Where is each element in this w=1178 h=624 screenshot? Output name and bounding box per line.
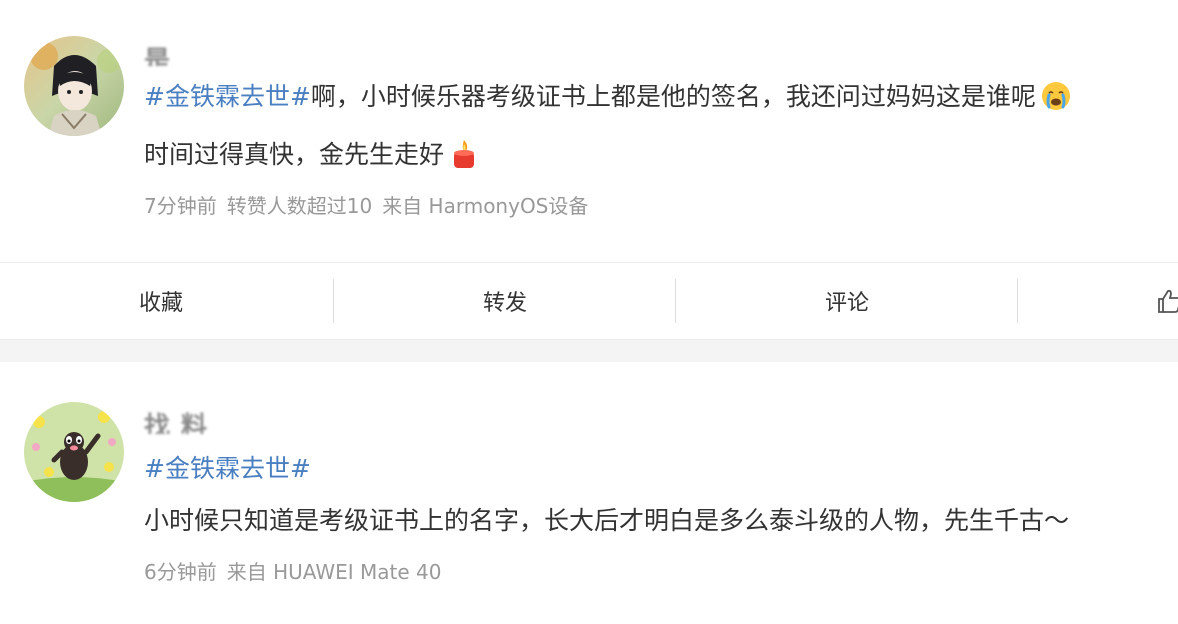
post-text-line-2: 时间过得真快，金先生走好	[144, 138, 480, 172]
action-bar: 收藏 转发 评论	[0, 262, 1178, 340]
post-separator	[0, 340, 1178, 362]
like-button[interactable]	[1018, 263, 1178, 339]
post-time: 7分钟前	[144, 194, 217, 218]
weibo-post: 是 #金铁霖去世#啊，小时候乐器考级证书上都是他的签名，我还问过妈妈这是谁呢 时…	[0, 0, 1178, 262]
post-time: 6分钟前	[144, 560, 217, 584]
favorite-button[interactable]: 收藏	[0, 263, 342, 339]
repost-button[interactable]: 转发	[334, 263, 676, 339]
post-text-line-1: #金铁霖去世#啊，小时候乐器考级证书上都是他的签名，我还问过妈妈这是谁呢	[144, 80, 1072, 114]
avatar-illustration-icon	[24, 36, 124, 136]
comment-button[interactable]: 评论	[676, 263, 1018, 339]
post-text-line-1: #金铁霖去世#	[144, 452, 311, 486]
avatar[interactable]	[24, 36, 124, 136]
username[interactable]: 找 料	[144, 406, 208, 434]
post-text-line-2: 小时候只知道是考级证书上的名字，长大后才明白是多么泰斗级的人物，先生千古～	[144, 504, 1069, 538]
post-text: 啊，小时候乐器考级证书上都是他的签名，我还问过妈妈这是谁呢	[310, 82, 1036, 111]
avatar-illustration-icon	[24, 402, 124, 502]
post-source[interactable]: 来自 HarmonyOS设备	[382, 194, 588, 218]
post-text: 小时候只知道是考级证书上的名字，长大后才明白是多么泰斗级的人物，先生千古～	[144, 506, 1070, 535]
username[interactable]: 是	[144, 40, 171, 66]
crying-face-icon	[1040, 80, 1072, 112]
hashtag-link[interactable]: #金铁霖去世#	[144, 82, 311, 111]
repost-stat: 转赞人数超过10	[226, 194, 373, 218]
post-meta: 6分钟前 来自 HUAWEI Mate 40	[144, 556, 452, 585]
post-text: 时间过得真快，金先生走好	[144, 140, 445, 169]
weibo-post: 找 料 #金铁霖去世# 小时候只知道是考级证书上的名字，长大后才明白是多么泰斗级…	[0, 362, 1178, 624]
thumbs-up-icon	[1156, 287, 1178, 315]
post-source[interactable]: 来自 HUAWEI Mate 40	[227, 560, 442, 584]
hashtag-link[interactable]: #金铁霖去世#	[144, 454, 311, 483]
avatar[interactable]	[24, 402, 124, 502]
candle-icon	[448, 138, 480, 170]
post-meta: 7分钟前 转赞人数超过10 来自 HarmonyOS设备	[144, 190, 598, 219]
